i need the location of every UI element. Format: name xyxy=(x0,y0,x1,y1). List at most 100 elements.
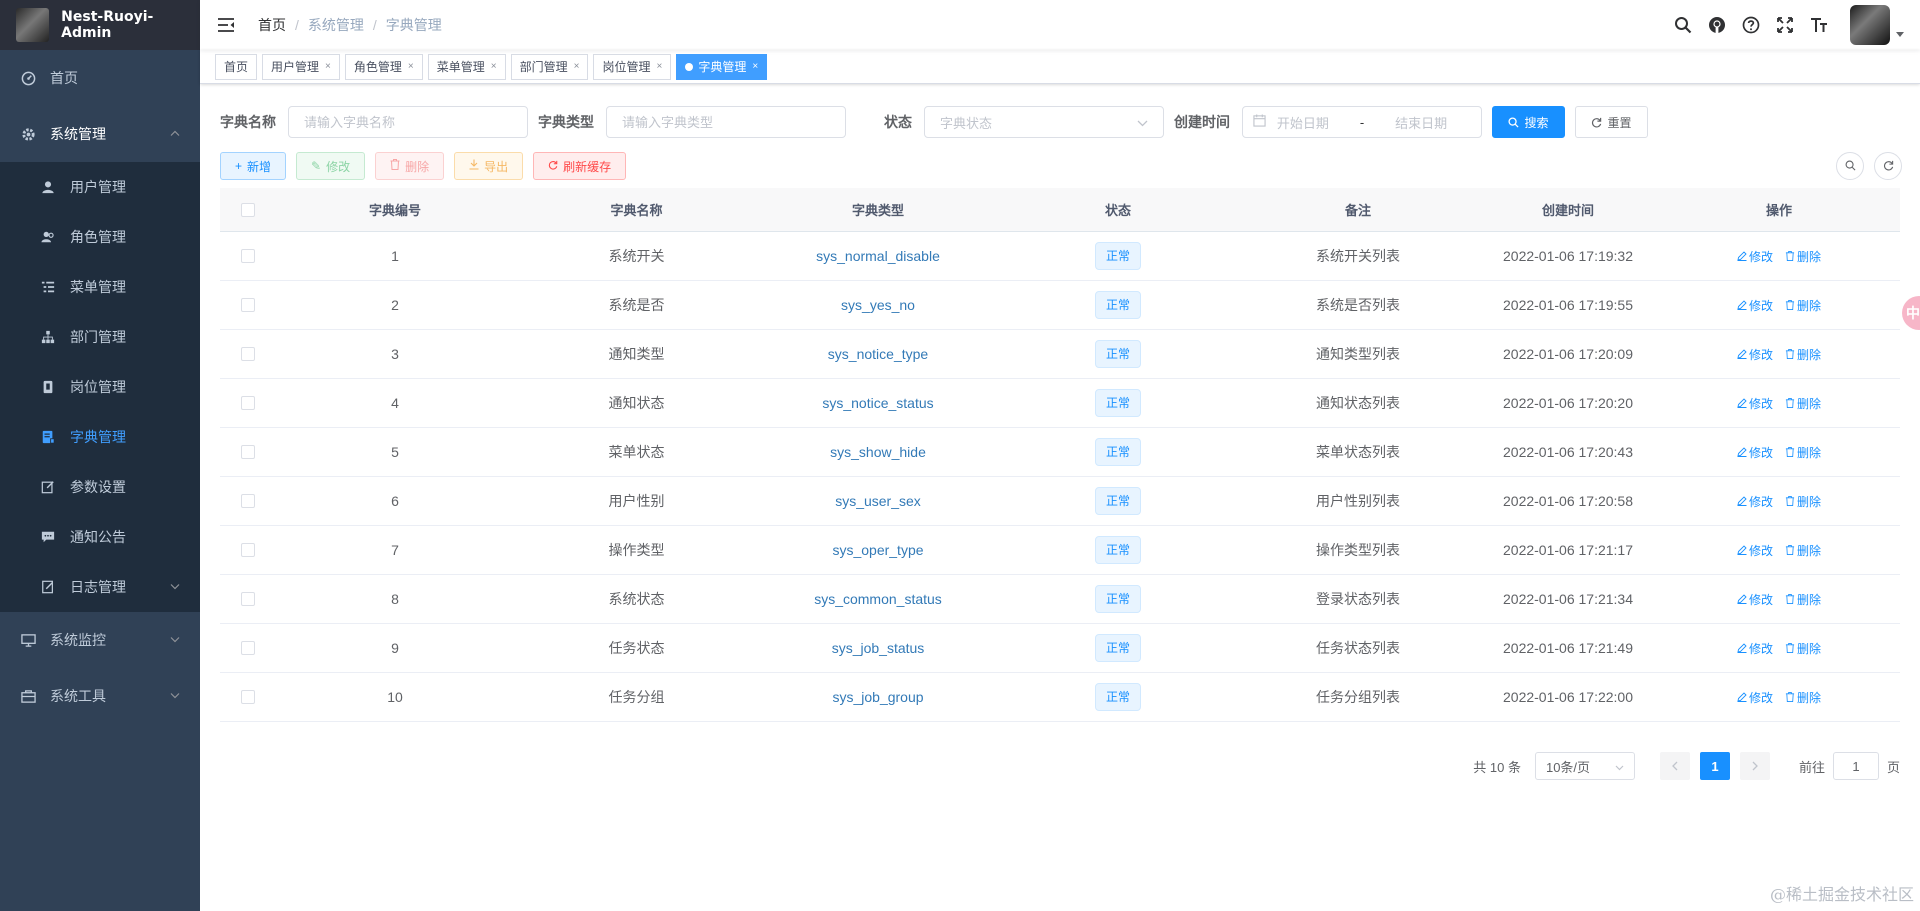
sidebar-item-monitor[interactable]: 系统监控 xyxy=(0,612,200,668)
row-delete-button[interactable]: 删除 xyxy=(1785,346,1821,363)
refresh-icon xyxy=(1883,158,1894,174)
row-checkbox[interactable] xyxy=(240,445,255,459)
row-checkbox[interactable] xyxy=(240,249,255,263)
dict-type-link[interactable]: sys_job_status xyxy=(832,640,925,656)
row-checkbox[interactable] xyxy=(240,347,255,361)
row-delete-button[interactable]: 删除 xyxy=(1785,248,1821,265)
row-checkbox[interactable] xyxy=(240,641,255,655)
sidebar-item-post[interactable]: 岗位管理 xyxy=(0,362,200,412)
row-delete-button[interactable]: 删除 xyxy=(1785,395,1821,412)
add-button[interactable]: + 新增 xyxy=(220,152,287,180)
row-delete-button[interactable]: 删除 xyxy=(1785,591,1821,608)
page-number-button[interactable]: 1 xyxy=(1699,752,1730,780)
tab-tag[interactable]: 用户管理 × xyxy=(262,53,340,80)
tab-tag[interactable]: 首页 xyxy=(215,53,258,80)
dict-type-link[interactable]: sys_oper_type xyxy=(832,542,923,558)
search-icon[interactable] xyxy=(1673,15,1693,35)
row-delete-button[interactable]: 删除 xyxy=(1785,689,1821,706)
dict-type-link[interactable]: sys_job_group xyxy=(832,689,923,705)
sidebar-item-role[interactable]: 角色管理 xyxy=(0,212,200,262)
dict-type-link[interactable]: sys_notice_status xyxy=(822,395,933,411)
row-edit-button[interactable]: 修改 xyxy=(1737,493,1773,510)
row-edit-button[interactable]: 修改 xyxy=(1737,542,1773,559)
sidebar-item-log[interactable]: 日志管理 xyxy=(0,562,200,612)
sidebar-item-notice[interactable]: 通知公告 xyxy=(0,512,200,562)
select-all-checkbox[interactable] xyxy=(240,202,255,217)
sidebar-item-user[interactable]: 用户管理 xyxy=(0,162,200,212)
fullscreen-icon[interactable] xyxy=(1775,15,1795,35)
close-icon[interactable]: × xyxy=(491,55,497,79)
toggle-search-button[interactable] xyxy=(1836,152,1864,180)
end-date-input[interactable]: 结束日期 xyxy=(1395,113,1447,132)
tab-tag[interactable]: 部门管理 × xyxy=(510,53,589,80)
export-button[interactable]: 导出 xyxy=(454,152,524,180)
dict-type-link[interactable]: sys_user_sex xyxy=(835,493,921,509)
close-icon[interactable]: × xyxy=(656,55,662,79)
row-checkbox[interactable] xyxy=(240,494,255,508)
refresh-table-button[interactable] xyxy=(1874,152,1902,180)
dict-type-link[interactable]: sys_notice_type xyxy=(828,346,928,362)
row-edit-button[interactable]: 修改 xyxy=(1737,444,1773,461)
edit-button[interactable]: ✎ 修改 xyxy=(296,152,366,180)
tab-tag[interactable]: 字典管理 × xyxy=(676,53,768,80)
tab-tag[interactable]: 岗位管理 × xyxy=(593,53,672,80)
reset-button[interactable]: 重置 xyxy=(1575,106,1648,138)
start-date-input[interactable]: 开始日期 xyxy=(1277,113,1329,132)
close-icon[interactable]: × xyxy=(752,55,758,79)
prev-page-button[interactable] xyxy=(1659,752,1690,780)
search-button[interactable]: 搜索 xyxy=(1492,106,1565,138)
close-icon[interactable]: × xyxy=(574,55,580,79)
sidebar-item-config[interactable]: 参数设置 xyxy=(0,462,200,512)
row-delete-button[interactable]: 删除 xyxy=(1785,493,1821,510)
tab-tag[interactable]: 菜单管理 × xyxy=(427,53,506,80)
tab-tag[interactable]: 角色管理 × xyxy=(344,53,423,80)
delete-button[interactable]: 删除 xyxy=(375,152,445,180)
date-range-picker[interactable]: 开始日期 - 结束日期 xyxy=(1242,106,1482,138)
dict-type-link[interactable]: sys_normal_disable xyxy=(816,248,940,264)
sidebar-item-dict[interactable]: 字典管理 xyxy=(0,412,200,462)
page-size-select[interactable]: 10条/页 xyxy=(1534,752,1635,780)
caret-down-icon[interactable] xyxy=(1896,29,1904,40)
close-icon[interactable]: × xyxy=(325,55,331,79)
row-edit-button[interactable]: 修改 xyxy=(1737,248,1773,265)
next-page-button[interactable] xyxy=(1739,752,1770,780)
row-edit-button[interactable]: 修改 xyxy=(1737,640,1773,657)
row-edit-button[interactable]: 修改 xyxy=(1737,689,1773,706)
row-delete-button[interactable]: 删除 xyxy=(1785,444,1821,461)
sidebar-item-menu[interactable]: 菜单管理 xyxy=(0,262,200,312)
goto-page-input[interactable]: 1 xyxy=(1832,752,1879,780)
row-checkbox[interactable] xyxy=(240,298,255,312)
dict-type-input[interactable] xyxy=(622,114,830,130)
refresh-cache-button[interactable]: 刷新缓存 xyxy=(533,152,627,180)
close-icon[interactable]: × xyxy=(408,55,414,79)
user-avatar[interactable] xyxy=(1850,5,1890,45)
row-delete-button[interactable]: 删除 xyxy=(1785,297,1821,314)
breadcrumb-home[interactable]: 首页 xyxy=(258,15,286,35)
github-icon[interactable] xyxy=(1707,15,1727,35)
dict-name-input[interactable] xyxy=(304,114,512,130)
sidebar-item-tool[interactable]: 系统工具 xyxy=(0,668,200,724)
row-edit-button[interactable]: 修改 xyxy=(1737,395,1773,412)
row-checkbox[interactable] xyxy=(240,396,255,410)
row-delete-button[interactable]: 删除 xyxy=(1785,640,1821,657)
trash-icon xyxy=(1785,692,1795,702)
row-checkbox[interactable] xyxy=(240,543,255,557)
question-icon[interactable] xyxy=(1741,15,1761,35)
dict-type-link[interactable]: sys_common_status xyxy=(814,591,942,607)
dict-type-link[interactable]: sys_show_hide xyxy=(830,444,926,460)
row-delete-button[interactable]: 删除 xyxy=(1785,542,1821,559)
sidebar-item-dept[interactable]: 部门管理 xyxy=(0,312,200,362)
row-edit-button[interactable]: 修改 xyxy=(1737,297,1773,314)
hamburger-icon[interactable] xyxy=(216,15,236,35)
row-checkbox[interactable] xyxy=(240,592,255,606)
sidebar-item-system[interactable]: 系统管理 xyxy=(0,106,200,162)
sidebar-item-home[interactable]: 首页 xyxy=(0,50,200,106)
row-edit-button[interactable]: 修改 xyxy=(1737,591,1773,608)
sidebar-item-label: 系统监控 xyxy=(50,632,106,648)
dict-type-link[interactable]: sys_yes_no xyxy=(841,297,915,313)
status-select[interactable]: 字典状态 xyxy=(924,106,1164,138)
font-size-icon[interactable] xyxy=(1809,15,1829,35)
row-checkbox[interactable] xyxy=(240,690,255,704)
sidebar-logo[interactable]: Nest-Ruoyi-Admin xyxy=(0,0,200,50)
row-edit-button[interactable]: 修改 xyxy=(1737,346,1773,363)
